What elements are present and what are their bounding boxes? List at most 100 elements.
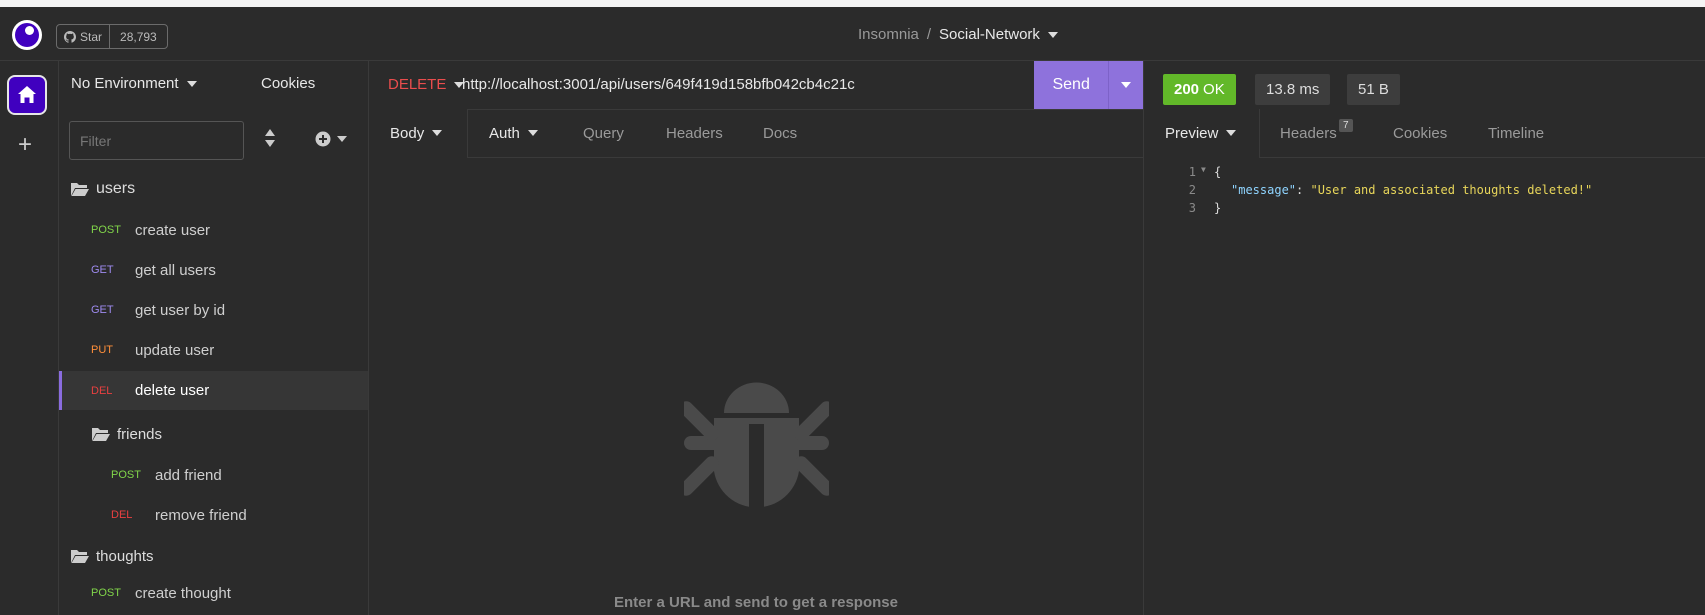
home-icon	[18, 86, 36, 103]
json-separator: :	[1296, 183, 1311, 197]
request-item[interactable]: PUT update user	[59, 332, 368, 368]
home-button[interactable]	[7, 75, 47, 115]
request-label: create user	[135, 221, 211, 239]
chevron-down-icon	[186, 81, 197, 88]
send-options-button[interactable]	[1108, 61, 1143, 109]
sidebar: No Environment Cookies users POST create …	[59, 61, 369, 615]
request-label: remove friend	[155, 506, 247, 524]
cookies-button[interactable]: Cookies	[261, 75, 315, 92]
code-text: }	[1214, 201, 1222, 215]
chevron-down-icon	[1226, 130, 1237, 136]
line-number: 1	[1188, 165, 1196, 179]
code-text: {	[1214, 165, 1222, 179]
tab-body[interactable]: Body	[390, 109, 443, 157]
tab-response-cookies[interactable]: Cookies	[1393, 109, 1447, 157]
tab-docs[interactable]: Docs	[763, 109, 797, 157]
url-input[interactable]: http://localhost:3001/api/users/649f419d…	[462, 76, 855, 93]
http-method-label: DELETE	[388, 76, 447, 93]
add-icon[interactable]: +	[18, 131, 32, 159]
request-label: create thought	[135, 584, 231, 602]
tab-divider	[467, 109, 468, 157]
headers-count-badge: 7	[1339, 119, 1353, 132]
request-item[interactable]: POST create user	[59, 212, 368, 248]
folder-label: users	[96, 180, 136, 197]
request-item[interactable]: GET get user by id	[59, 292, 368, 328]
url-bar: DELETE http://localhost:3001/api/users/6…	[369, 61, 1143, 110]
environment-select[interactable]: No Environment	[71, 75, 197, 92]
method-badge: GET	[91, 264, 114, 276]
chevron-down-icon	[337, 136, 347, 142]
method-badge: GET	[91, 304, 114, 316]
breadcrumb-separator: /	[926, 26, 932, 43]
method-badge: POST	[111, 469, 141, 481]
chevron-down-icon	[527, 130, 538, 136]
insomnia-app: Star 28,793 Insomnia / Social-Network + No…	[0, 7, 1705, 615]
response-pane: 200 OK 13.8 ms 51 B Preview Headers 7 Coo…	[1144, 61, 1705, 615]
tab-auth[interactable]: Auth	[489, 109, 538, 157]
tab-label: Preview	[1165, 124, 1219, 142]
send-label: Send	[1052, 76, 1090, 93]
folder-open-icon	[92, 428, 110, 441]
tab-query[interactable]: Query	[583, 109, 624, 157]
method-badge: DEL	[91, 384, 113, 397]
request-item[interactable]: POST add friend	[59, 457, 368, 493]
folder-friends[interactable]: friends	[59, 416, 368, 452]
sort-icon[interactable]	[263, 127, 277, 149]
line-number: 2	[1188, 183, 1196, 197]
github-star-button[interactable]: Star 28,793	[56, 24, 168, 49]
tab-headers[interactable]: Headers	[666, 109, 723, 157]
github-star-count[interactable]: 28,793	[110, 30, 167, 44]
chevron-down-icon[interactable]	[1047, 32, 1058, 39]
tab-label: Body	[390, 124, 425, 142]
filter-input[interactable]	[69, 121, 244, 160]
chevron-down-icon	[1121, 82, 1132, 88]
folder-thoughts[interactable]: thoughts	[59, 538, 368, 574]
request-label: add friend	[155, 466, 222, 484]
tab-label: Auth	[489, 124, 520, 142]
response-time-badge: 13.8 ms	[1255, 74, 1331, 105]
request-pane: DELETE http://localhost:3001/api/users/6…	[369, 61, 1144, 615]
breadcrumb: Insomnia / Social-Network	[858, 26, 1058, 43]
request-item[interactable]: DEL remove friend	[59, 497, 368, 533]
request-tabs: Body Auth Query Headers Docs	[369, 109, 1143, 158]
breadcrumb-project[interactable]: Social-Network	[939, 26, 1040, 43]
json-key: "message"	[1231, 183, 1297, 197]
request-item[interactable]: GET get all users	[59, 252, 368, 288]
folder-label: thoughts	[96, 547, 154, 565]
github-icon	[64, 30, 76, 43]
chevron-down-icon	[432, 130, 443, 136]
http-method-select[interactable]: DELETE	[388, 76, 465, 93]
method-badge: DEL	[111, 509, 133, 521]
empty-response-message: Enter a URL and send to get a response	[614, 594, 898, 611]
status-text: OK	[1203, 81, 1225, 98]
request-item-active[interactable]: DEL delete user	[59, 371, 368, 410]
tab-preview[interactable]: Preview	[1165, 109, 1237, 157]
folder-open-icon	[71, 183, 89, 196]
request-label: get all users	[135, 261, 216, 279]
json-value: "User and associated thoughts deleted!"	[1310, 183, 1593, 197]
line-number: 3	[1188, 201, 1196, 215]
response-size-badge: 51 B	[1347, 74, 1400, 105]
tab-timeline[interactable]: Timeline	[1488, 109, 1544, 157]
method-badge: PUT	[91, 344, 113, 356]
left-nav: +	[0, 61, 59, 615]
add-request-button[interactable]	[315, 131, 347, 147]
fold-arrow-icon[interactable]: ▼	[1201, 165, 1206, 174]
window-top-strip	[0, 0, 1705, 7]
status-badge: 200 OK	[1163, 74, 1236, 105]
method-badge: POST	[91, 587, 121, 599]
tab-response-headers[interactable]: Headers	[1280, 109, 1337, 157]
request-label: get user by id	[135, 301, 226, 319]
response-tabs: Preview Headers 7 Cookies Timeline	[1144, 109, 1705, 158]
status-code: 200	[1174, 81, 1200, 98]
folder-label: friends	[117, 425, 163, 443]
send-button[interactable]: Send	[1034, 61, 1143, 109]
folder-open-icon	[71, 550, 89, 563]
plus-circle-icon	[315, 131, 331, 147]
request-item[interactable]: POST create thought	[59, 575, 368, 611]
breadcrumb-app[interactable]: Insomnia	[858, 26, 919, 43]
method-badge: POST	[91, 224, 121, 236]
insomnia-logo-icon[interactable]	[12, 20, 42, 50]
environment-label: No Environment	[71, 75, 179, 92]
folder-users[interactable]: users	[59, 171, 368, 207]
